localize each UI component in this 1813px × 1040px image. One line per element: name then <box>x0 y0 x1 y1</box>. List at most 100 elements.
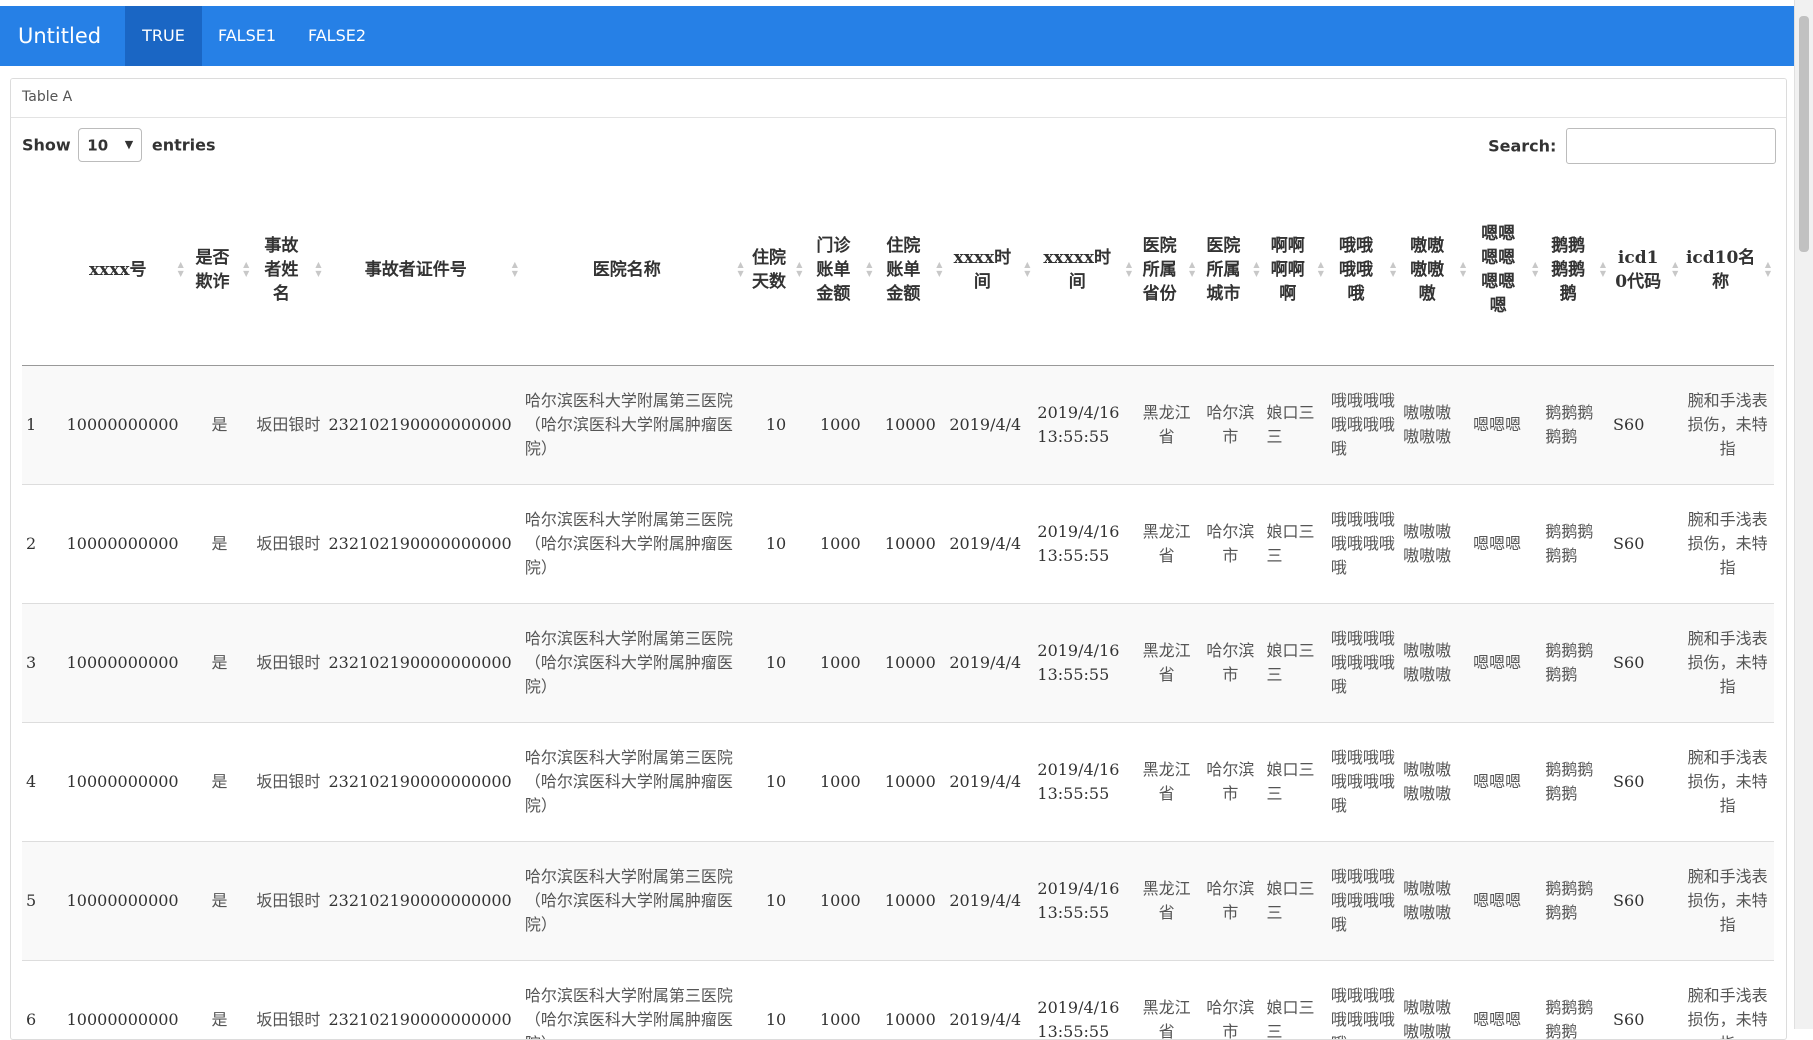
sort-both-icon: ▲▼ <box>1318 260 1324 278</box>
table-cell: 鹅鹅鹅鹅鹅 <box>1541 961 1609 1040</box>
search-control: Search: <box>1488 128 1776 164</box>
sort-both-icon: ▲▼ <box>1672 260 1678 278</box>
table-cell: 黑龙江省 <box>1135 842 1198 961</box>
table-cell: 黑龙江省 <box>1135 366 1198 485</box>
table-cell: 哦哦哦哦哦哦哦哦哦 <box>1327 604 1399 723</box>
table-cell: 2 <box>22 485 63 604</box>
table-cell: 腕和手浅表损伤，未特指 <box>1681 366 1774 485</box>
table-cell: 嗷嗷嗷嗷嗷嗷 <box>1399 485 1469 604</box>
column-header[interactable]: 啊啊啊啊啊▲▼ <box>1263 175 1327 366</box>
table-row[interactable]: 510000000000是坂田银时232102190000000000哈尔滨医科… <box>22 842 1774 961</box>
app-title[interactable]: Untitled <box>18 24 101 48</box>
table-header-row: xxxx号▲▼ 是否欺诈▲▼ 事故者姓名▲▼ 事故者证件号▲▼ 医院名称▲▼ 住… <box>22 175 1774 366</box>
table-cell: 2019/4/16 13:55:55 <box>1033 604 1135 723</box>
column-header-index[interactable] <box>22 175 63 366</box>
table-controls: Show 10 ▼ entries Search: <box>11 118 1786 172</box>
column-header[interactable]: 住院账单金额▲▼ <box>875 175 945 366</box>
table-row[interactable]: 610000000000是坂田银时232102190000000000哈尔滨医科… <box>22 961 1774 1040</box>
table-cell: 10000000000 <box>63 485 187 604</box>
sort-both-icon: ▲▼ <box>512 260 518 278</box>
table-cell: S60 <box>1609 842 1681 961</box>
table-cell: 1000 <box>805 604 875 723</box>
table-cell: 黑龙江省 <box>1135 604 1198 723</box>
table-cell: 哈尔滨市 <box>1198 366 1262 485</box>
table-cell: 2019/4/16 13:55:55 <box>1033 485 1135 604</box>
column-header[interactable]: 事故者姓名▲▼ <box>252 175 324 366</box>
sort-both-icon: ▲▼ <box>1460 260 1466 278</box>
sort-both-icon: ▲▼ <box>1532 260 1538 278</box>
table-cell: 10 <box>747 366 806 485</box>
table-cell: S60 <box>1609 723 1681 842</box>
table-cell: 哈尔滨市 <box>1198 842 1262 961</box>
table-cell: 10000 <box>875 366 945 485</box>
column-header[interactable]: icd10名称▲▼ <box>1681 175 1774 366</box>
column-header[interactable]: 鹅鹅鹅鹅鹅▲▼ <box>1541 175 1609 366</box>
table-cell: 2019/4/16 13:55:55 <box>1033 366 1135 485</box>
entries-select[interactable]: 10 ▼ <box>78 128 142 162</box>
table-cell: 坂田银时 <box>252 842 324 961</box>
column-header[interactable]: 住院天数▲▼ <box>747 175 806 366</box>
sort-both-icon: ▲▼ <box>796 260 802 278</box>
table-cell: 哈尔滨医科大学附属第三医院（哈尔滨医科大学附属肿瘤医院） <box>521 366 747 485</box>
column-header[interactable]: 医院所属省份▲▼ <box>1135 175 1198 366</box>
table-cell: 是 <box>187 842 252 961</box>
column-header[interactable]: 是否欺诈▲▼ <box>187 175 252 366</box>
table-cell: 232102190000000000 <box>325 604 521 723</box>
table-cell: 1000 <box>805 366 875 485</box>
search-input[interactable] <box>1566 128 1776 164</box>
table-cell: 嗷嗷嗷嗷嗷嗷 <box>1399 723 1469 842</box>
column-header[interactable]: xxxxx时间▲▼ <box>1033 175 1135 366</box>
table-cell: 娘口三三 <box>1263 961 1327 1040</box>
page-scrollbar[interactable] <box>1794 0 1813 1029</box>
column-header[interactable]: xxxx时间▲▼ <box>945 175 1033 366</box>
table-cell: 嗷嗷嗷嗷嗷嗷 <box>1399 842 1469 961</box>
column-header[interactable]: 门诊账单金额▲▼ <box>805 175 875 366</box>
scrollbar-thumb[interactable] <box>1799 16 1809 252</box>
column-header[interactable]: 哦哦哦哦哦▲▼ <box>1327 175 1399 366</box>
table-cell: 10 <box>747 485 806 604</box>
table-cell: 坂田银时 <box>252 366 324 485</box>
column-header[interactable]: 事故者证件号▲▼ <box>325 175 521 366</box>
table-cell: 232102190000000000 <box>325 842 521 961</box>
tab-false1[interactable]: FALSE1 <box>202 6 292 66</box>
table-cell: 黑龙江省 <box>1135 485 1198 604</box>
column-header[interactable]: 医院所属城市▲▼ <box>1198 175 1262 366</box>
table-cell: 1 <box>22 366 63 485</box>
table-cell: 娘口三三 <box>1263 604 1327 723</box>
sort-both-icon: ▲▼ <box>1600 260 1606 278</box>
column-header[interactable]: xxxx号▲▼ <box>63 175 187 366</box>
column-header[interactable]: 嗷嗷嗷嗷嗷▲▼ <box>1399 175 1469 366</box>
table-row[interactable]: 410000000000是坂田银时232102190000000000哈尔滨医科… <box>22 723 1774 842</box>
table-cell: 腕和手浅表损伤，未特指 <box>1681 842 1774 961</box>
table-cell: 10000 <box>875 485 945 604</box>
table-cell: 腕和手浅表损伤，未特指 <box>1681 485 1774 604</box>
sort-both-icon: ▲▼ <box>738 260 744 278</box>
table-cell: 是 <box>187 604 252 723</box>
table-cell: 10000 <box>875 723 945 842</box>
table-cell: 哦哦哦哦哦哦哦哦哦 <box>1327 366 1399 485</box>
search-label: Search: <box>1488 137 1556 156</box>
column-header[interactable]: 嗯嗯嗯嗯嗯嗯嗯▲▼ <box>1469 175 1541 366</box>
show-label: Show <box>22 136 71 155</box>
table-cell: 哈尔滨市 <box>1198 723 1262 842</box>
column-header[interactable]: icd10代码▲▼ <box>1609 175 1681 366</box>
table-cell: 10000000000 <box>63 723 187 842</box>
table-cell: 4 <box>22 723 63 842</box>
table-cell: 2019/4/4 <box>945 485 1033 604</box>
tab-false2[interactable]: FALSE2 <box>292 6 382 66</box>
column-header[interactable]: 医院名称▲▼ <box>521 175 747 366</box>
table-cell: 2019/4/16 13:55:55 <box>1033 842 1135 961</box>
sort-both-icon: ▲▼ <box>1024 260 1030 278</box>
table-cell: 哈尔滨医科大学附属第三医院（哈尔滨医科大学附属肿瘤医院） <box>521 842 747 961</box>
table-row[interactable]: 110000000000是坂田银时232102190000000000哈尔滨医科… <box>22 366 1774 485</box>
table-cell: 鹅鹅鹅鹅鹅 <box>1541 485 1609 604</box>
sort-both-icon: ▲▼ <box>1390 260 1396 278</box>
table-panel: Table A Show 10 ▼ entries Search: xxxx号▲… <box>10 78 1787 1040</box>
sort-both-icon: ▲▼ <box>936 260 942 278</box>
tab-true[interactable]: TRUE <box>125 6 202 66</box>
sort-both-icon: ▲▼ <box>1126 260 1132 278</box>
table-row[interactable]: 310000000000是坂田银时232102190000000000哈尔滨医科… <box>22 604 1774 723</box>
table-row[interactable]: 210000000000是坂田银时232102190000000000哈尔滨医科… <box>22 485 1774 604</box>
table-cell: 10000 <box>875 604 945 723</box>
table-cell: 10000 <box>875 961 945 1040</box>
